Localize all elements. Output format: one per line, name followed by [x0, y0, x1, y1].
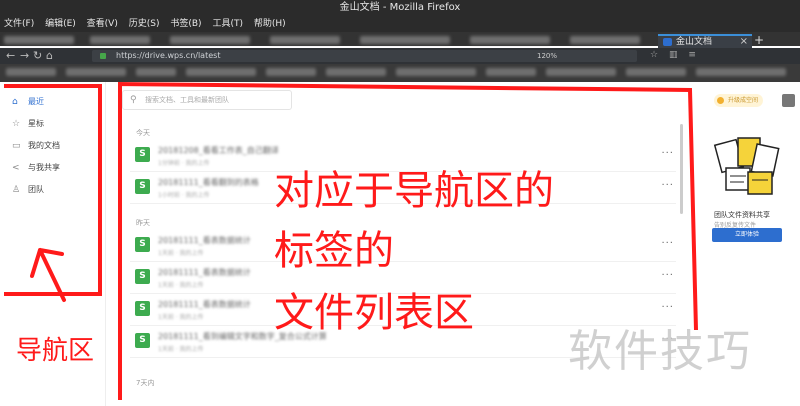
nav-area-outline	[4, 84, 102, 296]
annotation-line-3: 文件列表区	[274, 290, 474, 336]
annotation-line-2: 标签的	[274, 228, 394, 274]
annotation-nav-label: 导航区	[16, 336, 95, 366]
watermark: 软件技巧	[568, 326, 752, 377]
annotation-line-1: 对应于导航区的	[274, 168, 554, 214]
